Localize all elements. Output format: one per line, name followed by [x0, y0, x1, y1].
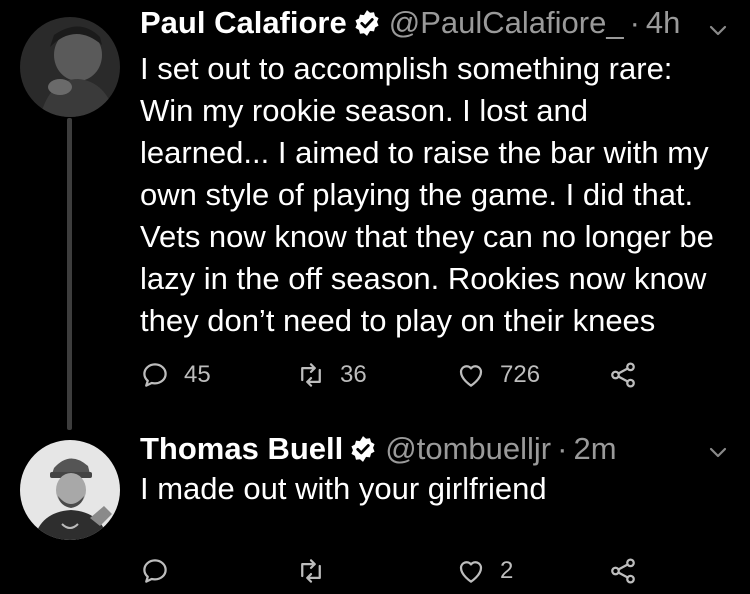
share-button[interactable] — [608, 556, 638, 586]
tweet-text-line: Win my rookie season. I lost and — [140, 93, 588, 128]
heart-icon — [459, 561, 483, 583]
timestamp[interactable]: 2m — [573, 430, 616, 468]
chevron-down-icon[interactable] — [706, 18, 730, 42]
thread-connector-line — [67, 118, 72, 430]
retweet-button[interactable]: 36 — [296, 360, 367, 390]
reply-button[interactable]: 45 — [140, 360, 211, 390]
separator-dot: · — [629, 5, 640, 40]
avatar[interactable] — [20, 440, 120, 540]
reply-count: 45 — [184, 361, 211, 388]
avatar-photo — [20, 440, 120, 540]
display-name[interactable]: Thomas Buell — [140, 430, 343, 468]
retweet-button[interactable] — [296, 556, 340, 586]
tweet-header: Thomas Buell @tombuelljr · 2m — [140, 430, 617, 468]
heart-icon — [459, 365, 483, 387]
like-count: 726 — [500, 361, 541, 388]
verified-badge-icon — [351, 436, 375, 462]
tweet-text-line: I made out with your girlfriend — [140, 471, 547, 506]
reply-icon — [143, 559, 167, 583]
tweet-2[interactable]: Thomas Buell @tombuelljr · 2m I made out… — [0, 430, 750, 594]
tweet-text: I made out with your girlfriend — [140, 468, 740, 510]
share-icon — [611, 558, 635, 584]
retweet-count: 36 — [340, 361, 367, 388]
tweet-text-line: they don’t need to play on their knees — [140, 303, 656, 338]
tweet-text-line: I set out to accomplish something rare: — [140, 51, 673, 86]
tweet-text-line: lazy in the off season. Rookies now know — [140, 261, 707, 296]
tweet-text: I set out to accomplish something rare: … — [140, 48, 740, 342]
retweet-icon — [301, 559, 321, 583]
verified-badge-icon — [355, 10, 379, 36]
tweet-text-line: Vets now know that they can no longer be — [140, 219, 714, 254]
share-icon — [611, 362, 635, 388]
separator-dot: · — [557, 431, 568, 466]
tweet-1[interactable]: Paul Calafiore @PaulCalafiore_ · 4h I se… — [0, 0, 750, 430]
like-button[interactable]: 726 — [456, 360, 540, 390]
reply-button[interactable] — [140, 556, 184, 586]
timestamp[interactable]: 4h — [646, 4, 680, 42]
like-count: 2 — [500, 557, 514, 584]
tweet-text-line: own style of playing the game. I did tha… — [140, 177, 694, 212]
user-handle[interactable]: @tombuelljr — [385, 430, 551, 468]
avatar[interactable] — [20, 17, 120, 117]
user-handle[interactable]: @PaulCalafiore_ — [389, 4, 624, 42]
tweet-header: Paul Calafiore @PaulCalafiore_ · 4h — [140, 4, 680, 42]
tweet-text-line: learned... I aimed to raise the bar with… — [140, 135, 709, 170]
retweet-icon — [301, 363, 321, 387]
avatar-photo — [20, 17, 120, 117]
share-button[interactable] — [608, 360, 638, 390]
reply-icon — [143, 363, 167, 387]
chevron-down-icon[interactable] — [706, 440, 730, 464]
display-name[interactable]: Paul Calafiore — [140, 4, 347, 42]
like-button[interactable]: 2 — [456, 556, 513, 586]
